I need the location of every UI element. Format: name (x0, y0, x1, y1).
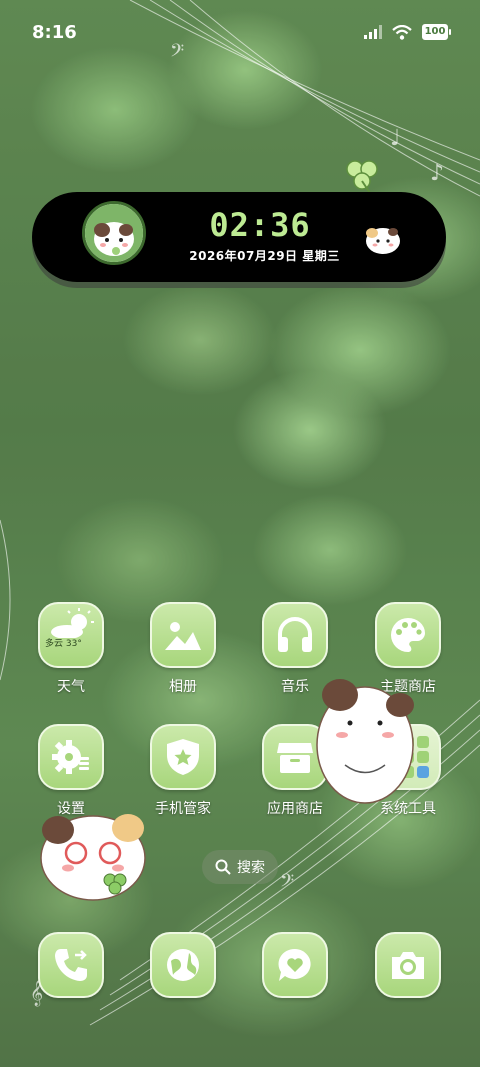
clock-time: 02:36 (209, 206, 311, 244)
cat-avatar (82, 201, 146, 265)
weather-cloud-sun-icon: 多云 33° (38, 602, 104, 668)
app-label: 主题商店 (380, 679, 436, 695)
palette-icon (375, 602, 441, 668)
svg-text:♩: ♩ (390, 126, 400, 151)
weather-temp: 33° (65, 639, 82, 649)
status-time: 8:16 (32, 22, 77, 43)
app-security[interactable]: 手机管家 (138, 724, 228, 818)
phone-icon (38, 932, 104, 998)
wifi-icon (392, 24, 412, 40)
app-label: 手机管家 (155, 801, 211, 817)
clock-widget[interactable]: 02:36 2026年07月29日 星期三 (32, 192, 446, 282)
app-label: 音乐 (281, 679, 309, 695)
app-themes[interactable]: 主题商店 (363, 602, 453, 696)
app-label: 应用商店 (267, 801, 323, 817)
app-weather[interactable]: 多云 33° 天气 (26, 602, 116, 696)
wallpaper-overlay (0, 0, 480, 1067)
cellular-signal-icon (364, 25, 382, 39)
shield-star-icon (150, 724, 216, 790)
app-gallery[interactable]: 相册 (138, 602, 228, 696)
search-button[interactable]: 搜索 (202, 850, 278, 884)
svg-text:♪: ♪ (430, 161, 444, 186)
status-icons: 100 (364, 24, 451, 40)
status-bar: 8:16 100 (0, 0, 480, 68)
globe-icon (150, 932, 216, 998)
app-label: 相册 (169, 679, 197, 695)
dock-camera[interactable] (363, 932, 453, 998)
battery-indicator: 100 (422, 24, 451, 40)
clock-date: 2026年07月29日 星期三 (189, 249, 340, 263)
folder-icon (375, 724, 441, 790)
weather-condition: 多云 (45, 639, 64, 649)
camera-icon (375, 932, 441, 998)
app-label: 系统工具 (380, 801, 436, 817)
app-store[interactable]: 应用商店 (250, 724, 340, 818)
headphones-icon (262, 602, 328, 668)
search-label: 搜索 (237, 860, 265, 876)
clover-sticker (346, 160, 378, 194)
music-notes-decoration: 𝄢 ♪ ♩ 𝄢 𝄞 (0, 0, 480, 1026)
app-music[interactable]: 音乐 (250, 602, 340, 696)
svg-text:𝄢: 𝄢 (280, 871, 294, 896)
app-label: 天气 (57, 679, 85, 695)
dock-messages[interactable] (250, 932, 340, 998)
gear-icon (38, 724, 104, 790)
app-settings[interactable]: 设置 (26, 724, 116, 818)
dock-browser[interactable] (138, 932, 228, 998)
message-heart-icon (262, 932, 328, 998)
store-icon (262, 724, 328, 790)
mountain-photo-icon (150, 602, 216, 668)
app-label: 设置 (57, 801, 85, 817)
folder-system-tools[interactable]: 系统工具 (363, 724, 453, 818)
cat-mascot-icon (366, 228, 400, 254)
search-icon (215, 859, 231, 875)
dock-phone[interactable] (26, 932, 116, 998)
